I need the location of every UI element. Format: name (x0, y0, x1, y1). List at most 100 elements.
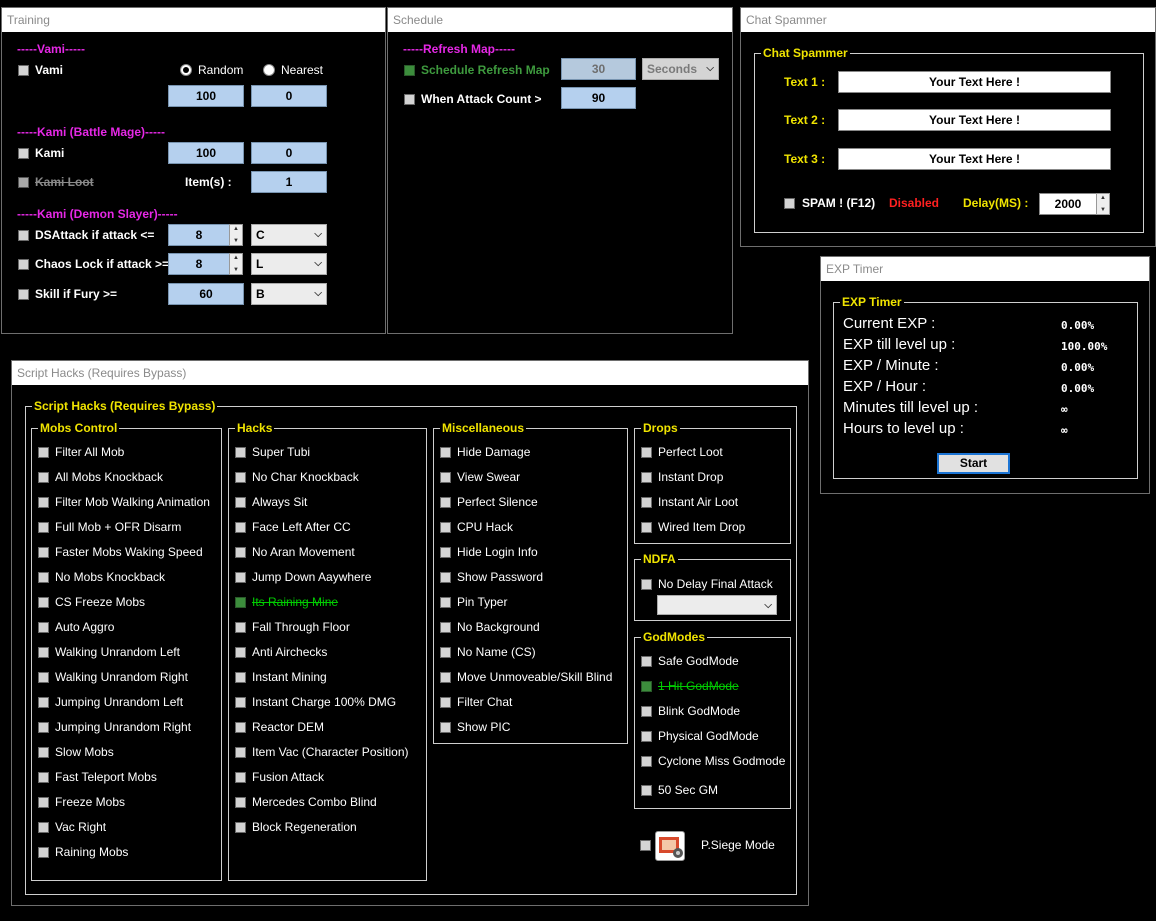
drops-checkbox[interactable] (641, 522, 652, 533)
start-button[interactable]: Start (937, 453, 1010, 474)
hacks-checkbox[interactable] (235, 547, 246, 558)
attack-count-value[interactable]: 90 (561, 87, 636, 109)
god-checkbox[interactable] (641, 756, 652, 767)
random-radio[interactable] (180, 64, 192, 76)
vami-value-2[interactable]: 0 (251, 85, 327, 107)
schedule-refresh-checkbox[interactable] (404, 65, 415, 76)
hacks-checkbox[interactable] (235, 572, 246, 583)
misc-checkbox[interactable] (440, 547, 451, 558)
hacks-checkbox[interactable] (235, 522, 246, 533)
text2-input[interactable]: Your Text Here ! (838, 109, 1111, 131)
misc-label: Hide Login Info (457, 545, 538, 559)
hacks-group: Hacks Super Tubi No Char Knockback Always … (228, 420, 427, 881)
mobs-checkbox[interactable] (38, 722, 49, 733)
misc-checkbox[interactable] (440, 622, 451, 633)
ds-attack-spinner[interactable] (229, 224, 243, 246)
drops-checkbox[interactable] (641, 497, 652, 508)
refresh-seconds-value[interactable]: 30 (561, 58, 636, 80)
hacks-checkbox[interactable] (235, 772, 246, 783)
skill-key: B (256, 287, 265, 301)
exp-till-level-value: 100.00% (1061, 340, 1108, 353)
mobs-checkbox[interactable] (38, 847, 49, 858)
ds-attack-checkbox[interactable] (18, 230, 29, 241)
mobs-checkbox[interactable] (38, 772, 49, 783)
mobs-checkbox[interactable] (38, 697, 49, 708)
refresh-unit: Seconds (647, 62, 698, 76)
misc-checkbox[interactable] (440, 672, 451, 683)
mobs-checkbox[interactable] (38, 672, 49, 683)
mobs-checkbox[interactable] (38, 797, 49, 808)
kami-value-2[interactable]: 0 (251, 142, 327, 164)
god-checkbox[interactable] (641, 785, 652, 796)
chaos-key-select[interactable]: L ⌵ (251, 253, 327, 275)
refresh-unit-select[interactable]: Seconds ⌵ (642, 58, 719, 80)
vami-value-1[interactable]: 100 (168, 85, 244, 107)
mobs-checkbox[interactable] (38, 822, 49, 833)
god-checkbox[interactable] (641, 656, 652, 667)
text1-input[interactable]: Your Text Here ! (838, 71, 1111, 93)
god-checkbox[interactable] (641, 706, 652, 717)
mobs-checkbox[interactable] (38, 747, 49, 758)
ds-attack-value[interactable]: 8 (168, 224, 230, 246)
mobs-checkbox[interactable] (38, 447, 49, 458)
drops-checkbox[interactable] (641, 447, 652, 458)
kami-value-1[interactable]: 100 (168, 142, 244, 164)
misc-checkbox[interactable] (440, 522, 451, 533)
misc-checkbox[interactable] (440, 497, 451, 508)
chaos-value[interactable]: 8 (168, 253, 230, 275)
vami-checkbox[interactable] (18, 65, 29, 76)
ds-attack-key-select[interactable]: C ⌵ (251, 224, 327, 246)
mobs-checkbox[interactable] (38, 472, 49, 483)
hacks-title: Hacks (235, 420, 275, 436)
ndfa-checkbox[interactable] (641, 579, 652, 590)
god-checkbox[interactable] (641, 681, 652, 692)
chaos-spinner[interactable] (229, 253, 243, 275)
hacks-checkbox[interactable] (235, 747, 246, 758)
misc-checkbox[interactable] (440, 472, 451, 483)
skill-key-select[interactable]: B ⌵ (251, 283, 327, 305)
kami-checkbox[interactable] (18, 148, 29, 159)
hacks-checkbox[interactable] (235, 697, 246, 708)
hacks-checkbox[interactable] (235, 647, 246, 658)
skill-value[interactable]: 60 (168, 283, 244, 305)
nearest-radio[interactable] (263, 64, 275, 76)
hacks-checkbox[interactable] (235, 822, 246, 833)
exp-per-minute-value: 0.00% (1061, 361, 1095, 374)
text3-input[interactable]: Your Text Here ! (838, 148, 1111, 170)
drops-checkbox[interactable] (641, 472, 652, 483)
hacks-checkbox[interactable] (235, 797, 246, 808)
misc-checkbox[interactable] (440, 597, 451, 608)
mobs-checkbox[interactable] (38, 597, 49, 608)
hacks-checkbox[interactable] (235, 672, 246, 683)
mobs-checkbox[interactable] (38, 572, 49, 583)
chaos-checkbox[interactable] (18, 259, 29, 270)
mobs-checkbox[interactable] (38, 622, 49, 633)
ndfa-select[interactable]: ⌵ (657, 595, 777, 615)
delay-value[interactable]: 2000 (1039, 193, 1097, 215)
hacks-checkbox[interactable] (235, 447, 246, 458)
items-value[interactable]: 1 (251, 171, 327, 193)
minutes-till-level-value: ∞ (1061, 403, 1068, 416)
hacks-checkbox[interactable] (235, 722, 246, 733)
siege-checkbox[interactable] (640, 840, 651, 851)
hacks-checkbox[interactable] (235, 472, 246, 483)
delay-spinner[interactable] (1096, 193, 1110, 215)
mobs-checkbox[interactable] (38, 547, 49, 558)
drops-group: Drops Perfect Loot Instant Drop Instant Ai… (634, 420, 791, 544)
god-checkbox[interactable] (641, 731, 652, 742)
misc-checkbox[interactable] (440, 572, 451, 583)
text1-label: Text 1 : (784, 75, 826, 89)
skill-checkbox[interactable] (18, 289, 29, 300)
misc-checkbox[interactable] (440, 697, 451, 708)
mobs-checkbox[interactable] (38, 522, 49, 533)
hacks-checkbox[interactable] (235, 497, 246, 508)
hacks-checkbox[interactable] (235, 597, 246, 608)
mobs-checkbox[interactable] (38, 647, 49, 658)
mobs-checkbox[interactable] (38, 497, 49, 508)
misc-checkbox[interactable] (440, 647, 451, 658)
misc-checkbox[interactable] (440, 447, 451, 458)
hacks-checkbox[interactable] (235, 622, 246, 633)
attack-count-checkbox[interactable] (404, 94, 415, 105)
spam-checkbox[interactable] (784, 198, 795, 209)
misc-checkbox[interactable] (440, 722, 451, 733)
